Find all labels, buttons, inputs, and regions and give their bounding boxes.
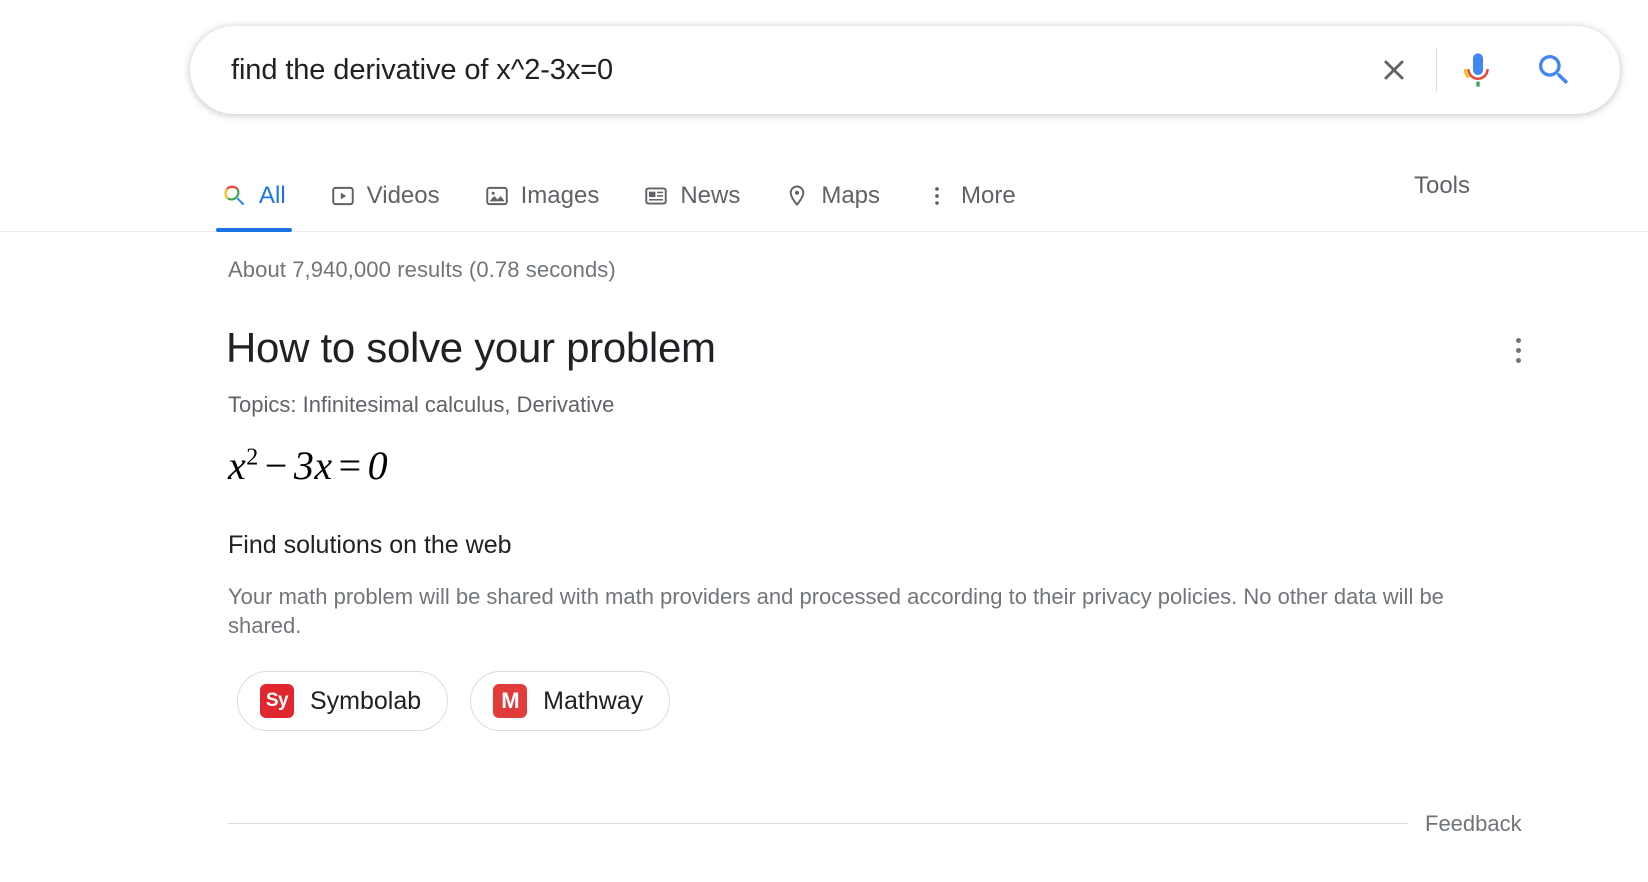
tab-all[interactable]: All bbox=[222, 160, 286, 220]
tab-label: Images bbox=[521, 184, 600, 208]
tab-maps[interactable]: Maps bbox=[784, 160, 880, 220]
search-input[interactable] bbox=[229, 53, 1370, 88]
google-search-results-page: All Videos bbox=[0, 0, 1648, 882]
tab-videos[interactable]: Videos bbox=[330, 160, 440, 220]
mathway-logo-icon: M bbox=[493, 684, 527, 718]
microphone-icon[interactable] bbox=[1455, 47, 1501, 93]
image-icon bbox=[484, 183, 510, 209]
tools-button[interactable]: Tools bbox=[1414, 172, 1470, 198]
equation-minus: − bbox=[259, 443, 294, 488]
equation-term: 3x bbox=[294, 443, 333, 488]
search-divider bbox=[1436, 48, 1437, 92]
nav-tabs: All Videos bbox=[222, 160, 1060, 232]
tab-more[interactable]: More bbox=[924, 160, 1016, 220]
news-icon bbox=[643, 183, 669, 209]
page-title: How to solve your problem bbox=[226, 324, 716, 372]
tab-label: Maps bbox=[821, 184, 880, 208]
tab-label: Videos bbox=[367, 184, 440, 208]
tab-images[interactable]: Images bbox=[484, 160, 600, 220]
privacy-note: Your math problem will be shared with ma… bbox=[228, 583, 1500, 640]
nav-tabs-bar: All Videos bbox=[0, 160, 1648, 232]
subheading: Find solutions on the web bbox=[228, 531, 512, 560]
equation-rhs: 0 bbox=[368, 443, 389, 488]
equation-base: x bbox=[228, 443, 246, 488]
tab-label: All bbox=[259, 184, 286, 208]
search-bar-container bbox=[190, 26, 1620, 114]
symbolab-logo-icon: Sy bbox=[260, 684, 294, 718]
card-topics: Topics: Infinitesimal calculus, Derivati… bbox=[228, 392, 614, 418]
result-stats: About 7,940,000 results (0.78 seconds) bbox=[228, 257, 616, 283]
search-multicolor-icon bbox=[222, 183, 248, 209]
footer-divider bbox=[228, 823, 1408, 824]
provider-label: Symbolab bbox=[310, 687, 421, 716]
kebab-menu-icon[interactable] bbox=[1500, 330, 1536, 370]
provider-symbolab-button[interactable]: Sy Symbolab bbox=[237, 671, 448, 731]
equation-exponent: 2 bbox=[246, 445, 259, 471]
provider-label: Mathway bbox=[543, 687, 643, 716]
provider-list: Sy Symbolab M Mathway bbox=[237, 671, 670, 731]
video-icon bbox=[330, 183, 356, 209]
tab-label: News bbox=[680, 184, 740, 208]
equation-equals: = bbox=[333, 443, 368, 488]
map-pin-icon bbox=[784, 183, 810, 209]
search-bar[interactable] bbox=[190, 26, 1620, 114]
tab-label: More bbox=[961, 184, 1016, 208]
kebab-icon bbox=[924, 183, 950, 209]
math-equation: x2−3x=0 bbox=[228, 442, 388, 489]
tab-news[interactable]: News bbox=[643, 160, 740, 220]
search-icon[interactable] bbox=[1531, 47, 1577, 93]
provider-mathway-button[interactable]: M Mathway bbox=[470, 671, 670, 731]
feedback-link[interactable]: Feedback bbox=[1425, 811, 1522, 837]
close-icon[interactable] bbox=[1370, 46, 1418, 94]
